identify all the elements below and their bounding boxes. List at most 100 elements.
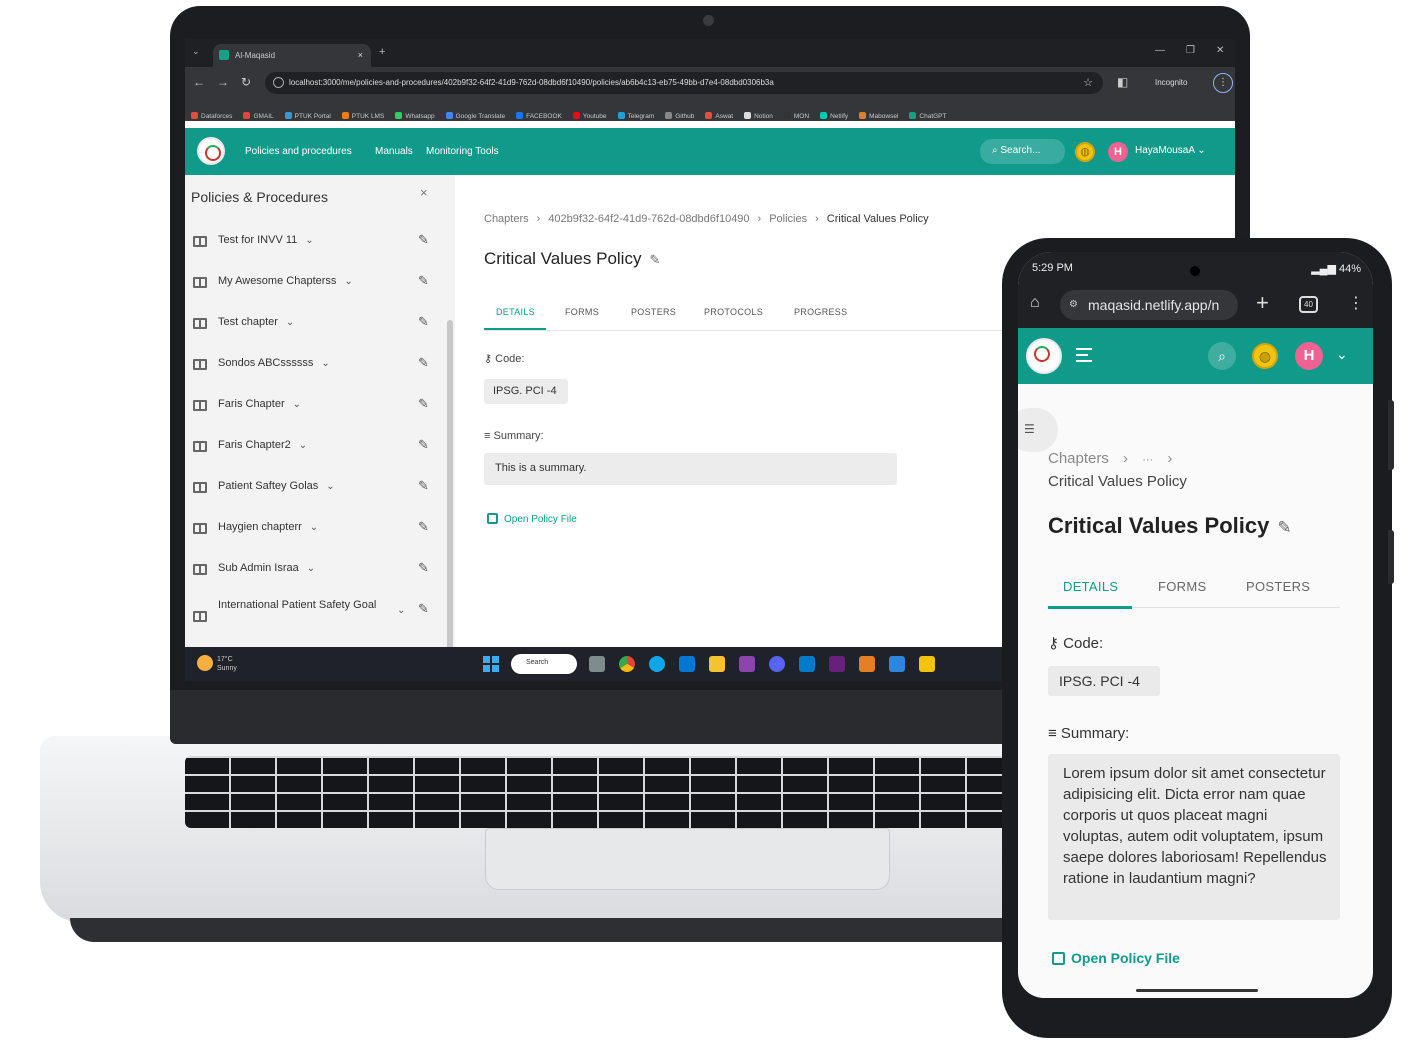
chevron-down-icon[interactable]: ⌄: [397, 605, 405, 616]
weather-sun-icon[interactable]: [197, 655, 213, 671]
bookmark-item[interactable]: PTUK Portal: [284, 112, 331, 120]
breadcrumb-ellipsis[interactable]: ···: [1142, 454, 1153, 466]
bookmark-item[interactable]: Mabowsel: [859, 112, 898, 120]
breadcrumb-chapters[interactable]: Chapters: [1048, 450, 1109, 467]
bookmark-item[interactable]: Dataforces: [191, 112, 232, 120]
tab-switcher-icon[interactable]: 40: [1299, 296, 1318, 313]
sidebar-item[interactable]: Test for INVV 11 ⌄ ✎: [193, 232, 443, 274]
bookmark-item[interactable]: Youtube: [572, 112, 607, 120]
edit-pencil-icon[interactable]: ✎: [1277, 518, 1291, 538]
chevron-down-icon[interactable]: ⌄: [286, 317, 294, 328]
chevron-down-icon[interactable]: ⌄: [321, 358, 329, 369]
new-tab-icon[interactable]: +: [379, 46, 385, 58]
tab-forms[interactable]: FORMS: [1158, 579, 1206, 594]
edit-pencil-icon[interactable]: ✎: [418, 519, 429, 535]
chevron-down-icon[interactable]: ⌄: [299, 440, 307, 451]
chevron-down-icon[interactable]: ⌄: [1336, 346, 1348, 363]
remote-desktop-icon[interactable]: [889, 656, 905, 672]
chevron-down-icon[interactable]: ⌄: [307, 563, 315, 574]
browser-menu-icon[interactable]: ⋮: [1348, 293, 1364, 313]
bookmark-star-icon[interactable]: ☆: [1083, 76, 1093, 89]
gesture-home-bar[interactable]: [1136, 989, 1258, 992]
sidebar-item[interactable]: Patient Saftey Golas ⌄ ✎: [193, 478, 443, 520]
taskbar-search[interactable]: Search: [511, 654, 577, 674]
task-view-icon[interactable]: [589, 656, 605, 672]
browser-tab[interactable]: Al-Maqasid ×: [213, 44, 371, 67]
breadcrumb-chapter-id[interactable]: 402b9f32-64f2-41d9-762d-08dbd6f10490: [548, 213, 749, 225]
bookmark-item[interactable]: FACEBOOK: [516, 112, 562, 120]
edit-pencil-icon[interactable]: ✎: [418, 232, 429, 248]
discord-icon[interactable]: [769, 656, 785, 672]
chrome-icon[interactable]: [619, 656, 635, 672]
open-policy-file-link[interactable]: Open Policy File: [487, 513, 577, 525]
bookmark-item[interactable]: Whatsapp: [395, 112, 435, 120]
bookmark-item[interactable]: Netlify: [820, 112, 848, 120]
hamburger-menu-icon[interactable]: [1076, 348, 1092, 362]
header-search-button[interactable]: ⌕ Search...: [980, 139, 1065, 164]
language-globe-icon[interactable]: ◍: [1252, 343, 1278, 369]
sidebar-scrollbar[interactable]: [447, 320, 453, 650]
tab-close-icon[interactable]: ×: [358, 50, 363, 60]
tab-progress[interactable]: PROGRESS: [794, 307, 847, 317]
chevron-down-icon[interactable]: ⌄: [305, 235, 313, 246]
sidebar-toggle-icon[interactable]: ☰: [1018, 408, 1058, 452]
open-policy-file-link[interactable]: Open Policy File: [1052, 950, 1180, 966]
tab-protocols[interactable]: PROTOCOLS: [704, 307, 763, 317]
home-icon[interactable]: ⌂: [1030, 294, 1040, 312]
forward-icon[interactable]: →: [217, 75, 229, 89]
bookmark-item[interactable]: Google Translate: [445, 112, 505, 120]
edit-pencil-icon[interactable]: ✎: [418, 478, 429, 494]
bookmark-item[interactable]: ChatGPT: [909, 112, 946, 120]
bookmark-item[interactable]: Notion: [744, 112, 773, 120]
tab-search-icon[interactable]: ⌄: [192, 46, 200, 57]
sidepanel-icon[interactable]: ◧: [1117, 75, 1128, 89]
tab-details[interactable]: DETAILS: [1063, 579, 1118, 594]
chevron-down-icon[interactable]: ⌄: [344, 276, 352, 287]
restore-icon[interactable]: ❐: [1186, 45, 1195, 56]
back-icon[interactable]: ←: [193, 75, 205, 89]
app-logo[interactable]: [197, 137, 225, 165]
incognito-badge[interactable]: Incognito: [1143, 72, 1207, 94]
vscode-icon[interactable]: [799, 656, 815, 672]
game-app-icon[interactable]: [739, 656, 755, 672]
paint-icon[interactable]: [859, 656, 875, 672]
edit-pencil-icon[interactable]: ✎: [418, 601, 429, 617]
reload-icon[interactable]: ↻: [241, 75, 251, 89]
browser-menu-icon[interactable]: ⋮: [1213, 73, 1233, 93]
minimize-icon[interactable]: —: [1155, 45, 1165, 56]
tab-posters[interactable]: POSTERS: [1246, 579, 1310, 594]
edit-pencil-icon[interactable]: ✎: [418, 437, 429, 453]
bookmark-item[interactable]: Aswat: [705, 112, 733, 120]
breadcrumb-policies[interactable]: Policies: [769, 213, 807, 225]
sidebar-item[interactable]: Faris Chapter ⌄ ✎: [193, 396, 443, 438]
sidebar-item[interactable]: Test chapter ⌄ ✎: [193, 314, 443, 356]
edit-pencil-icon[interactable]: ✎: [418, 560, 429, 576]
breadcrumb-chapters[interactable]: Chapters: [484, 213, 529, 225]
search-icon[interactable]: ⌕: [1208, 342, 1236, 370]
outlook-icon[interactable]: [679, 656, 695, 672]
bookmark-item[interactable]: Telegram: [617, 112, 654, 120]
chevron-down-icon[interactable]: ⌄: [293, 399, 301, 410]
sidebar-item[interactable]: Sub Admin Israa ⌄ ✎: [193, 560, 443, 602]
site-info-icon[interactable]: [273, 77, 284, 88]
sidebar-close-icon[interactable]: ×: [420, 185, 428, 200]
tab-forms[interactable]: FORMS: [565, 307, 599, 317]
edit-pencil-icon[interactable]: ✎: [649, 252, 660, 268]
bookmark-item[interactable]: GMAIL: [243, 112, 274, 120]
language-globe-icon[interactable]: ◍: [1075, 142, 1095, 162]
nav-link-policies[interactable]: Policies and procedures: [245, 146, 352, 157]
chevron-down-icon[interactable]: ⌄: [326, 481, 334, 492]
nav-link-manuals[interactable]: Manuals: [375, 146, 413, 157]
site-settings-icon[interactable]: ⚙: [1069, 299, 1078, 310]
nav-link-monitoring-tools[interactable]: Monitoring Tools: [426, 146, 499, 157]
edit-pencil-icon[interactable]: ✎: [418, 314, 429, 330]
chevron-down-icon[interactable]: ⌄: [310, 522, 318, 533]
sidebar-item[interactable]: Haygien chapterr ⌄ ✎: [193, 519, 443, 561]
bookmark-item[interactable]: PTUK LMS: [341, 112, 384, 120]
bookmark-item[interactable]: Github: [665, 112, 694, 120]
tab-posters[interactable]: POSTERS: [631, 307, 676, 317]
edit-pencil-icon[interactable]: ✎: [418, 273, 429, 289]
edge-icon[interactable]: [649, 656, 665, 672]
sidebar-item[interactable]: International Patient Safety Goal ⌄ ✎: [193, 599, 443, 643]
avatar[interactable]: H: [1108, 142, 1128, 162]
